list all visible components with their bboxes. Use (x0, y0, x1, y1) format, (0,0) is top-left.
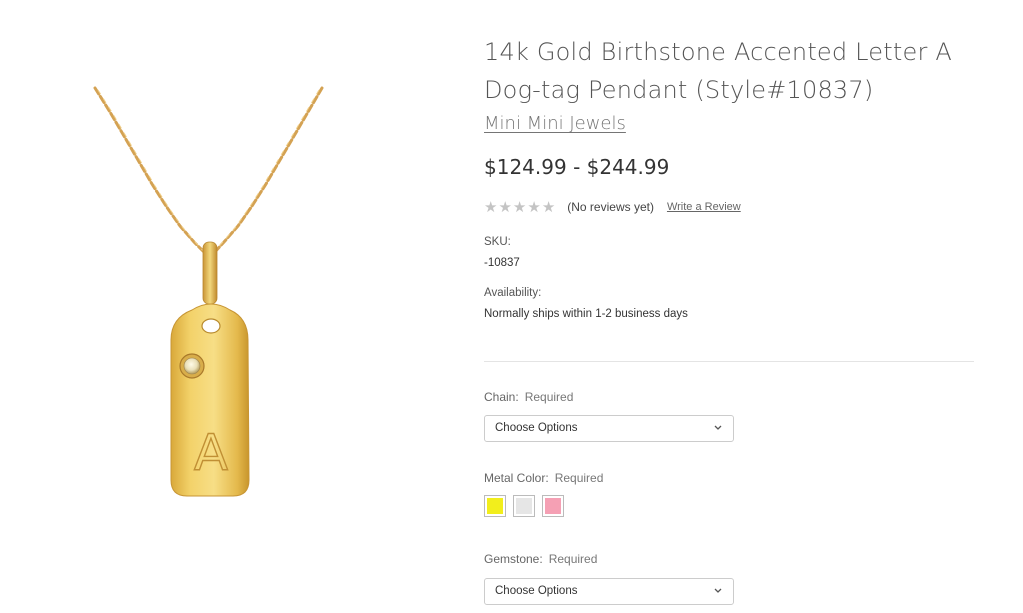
reviews-summary: (No reviews yet) (567, 200, 654, 214)
chevron-down-icon (714, 588, 722, 593)
write-review-link[interactable]: Write a Review (667, 201, 741, 213)
star-icon: ★ (541, 198, 556, 216)
metal-color-label-text: Metal Color: (484, 471, 549, 485)
star-icon: ★ (484, 198, 498, 216)
availability-label: Availability: (484, 287, 542, 299)
swatch-rose-color (545, 498, 561, 514)
product-price: $124.99 - $244.99 (484, 155, 670, 179)
brand-link[interactable]: Mini Mini Jewels (484, 113, 626, 134)
gemstone-option-label: Gemstone: Required (484, 552, 597, 566)
chain-label-text: Chain: (484, 390, 519, 404)
chevron-down-icon (714, 425, 722, 430)
pendant-letter: A (194, 424, 228, 482)
star-icon: ★ (512, 198, 527, 216)
availability-value: Normally ships within 1-2 business days (484, 308, 688, 320)
rating-row: ★ ★ ★ ★ ★ (No reviews yet) Write a Revie… (484, 198, 741, 216)
product-image-area[interactable]: A (0, 0, 440, 613)
swatch-yellow-color (487, 498, 503, 514)
metal-color-option-label: Metal Color: Required (484, 471, 603, 485)
star-icon: ★ (498, 198, 512, 216)
pendant-necklace-image: A (93, 86, 324, 497)
gemstone-required: Required (548, 552, 598, 566)
product-title: 14k Gold Birthstone Accented Letter A Do… (484, 38, 952, 104)
rating-stars: ★ ★ ★ ★ ★ (484, 200, 555, 215)
chain-select[interactable]: Choose Options (484, 415, 734, 442)
metal-color-required: Required (554, 471, 604, 485)
swatch-white-color (516, 498, 532, 514)
gemstone-label-text: Gemstone: (484, 552, 543, 566)
chain-required: Required (524, 390, 574, 404)
sku-label: SKU: (484, 236, 511, 248)
swatch-white[interactable] (513, 495, 535, 517)
metal-color-swatches (484, 495, 564, 517)
chain-select-value: Choose Options (495, 422, 578, 434)
swatch-yellow[interactable] (484, 495, 506, 517)
star-icon: ★ (527, 198, 541, 216)
swatch-rose[interactable] (542, 495, 564, 517)
sku-value: -10837 (484, 257, 520, 269)
divider (484, 361, 974, 362)
gemstone-select[interactable]: Choose Options (484, 578, 734, 605)
chain-option-label: Chain: Required (484, 390, 573, 404)
gemstone-select-value: Choose Options (495, 585, 578, 597)
